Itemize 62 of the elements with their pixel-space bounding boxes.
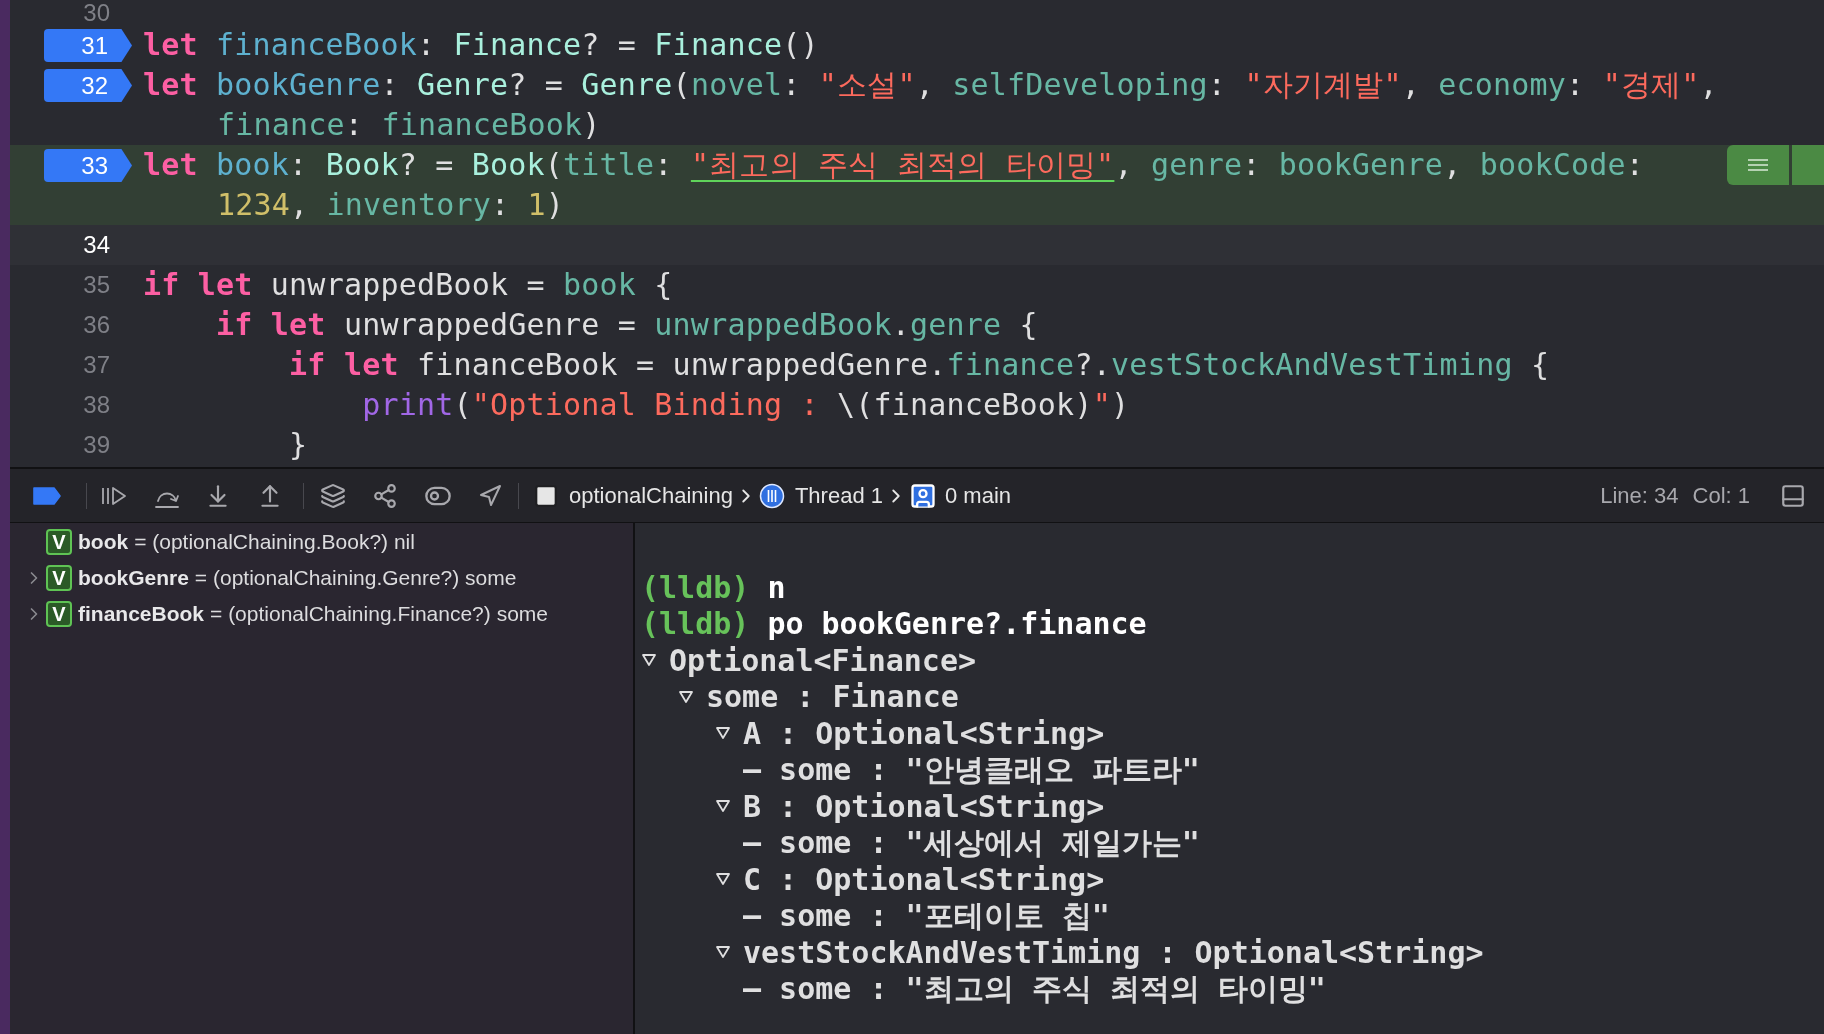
breakpoint-marker[interactable]: 32 [44, 69, 132, 102]
console-output-line: Optional<Finance> [669, 641, 977, 680]
disclosure-triangle-icon[interactable] [678, 689, 694, 704]
code-line: finance: financeBook) [217, 106, 601, 144]
disclosure-triangle-icon[interactable] [641, 653, 657, 668]
breadcrumb-item[interactable]: optionalChaining [569, 479, 733, 512]
code-line: let bookGenre: Genre? = Genre(novel: "소설", selfDeveloping: "자기계발", economy: "경제", [143, 66, 1718, 104]
breakpoint-marker[interactable]: 31 [44, 29, 132, 62]
code-line: let financeBook: Finance? = Finance() [143, 26, 819, 64]
console-output-line: B : Optional<String> [743, 787, 1105, 826]
breadcrumb-item[interactable]: Thread 1 [794, 479, 883, 512]
panel-toggle-icon[interactable] [1780, 482, 1806, 509]
console-prompt: (lldb) [641, 568, 750, 607]
menu-icon[interactable] [1727, 145, 1789, 185]
breakpoint-marker[interactable]: 33 [44, 149, 132, 182]
line-number: 37 [83, 350, 110, 380]
breadcrumb-item[interactable]: 0 main [944, 479, 1011, 512]
line-number: 35 [83, 270, 110, 300]
line-number: 36 [83, 310, 110, 340]
console-output-line: vestStockAndVestTiming : Optional<String> [743, 933, 1484, 972]
console-output-line: – some : "세상에서 제일가는" [743, 824, 1200, 863]
console-command: po bookGenre?.finance [767, 605, 1147, 644]
line-number: 39 [83, 430, 110, 460]
code-line: if let unwrappedBook = book { [143, 266, 673, 304]
column-indicator: Col: 1 [1692, 482, 1750, 510]
variable-badge: V [46, 565, 72, 591]
line-indicator: Line: 34 [1600, 482, 1679, 510]
line-number: 38 [83, 390, 110, 420]
view-hierarchy-icon[interactable] [320, 482, 346, 509]
location-icon[interactable] [478, 483, 502, 508]
code-line: } [288, 426, 308, 464]
console-output-line: – some : "안녕클래오 파트라" [743, 751, 1200, 790]
person-icon [908, 481, 937, 510]
line-number: 30 [83, 2, 110, 24]
console-output-line: A : Optional<String> [743, 714, 1105, 753]
variable-description: = (optionalChaining.Book?) nil [134, 529, 415, 556]
memory-graph-icon[interactable] [372, 482, 398, 509]
console-prompt: (lldb) [641, 605, 750, 644]
console-output-line: C : Optional<String> [743, 860, 1105, 899]
line-number: 34 [83, 230, 110, 260]
disclosure-triangle-icon[interactable] [715, 799, 731, 814]
variable-name: financeBook [78, 601, 205, 628]
code-line: 1234, inventory: 1) [217, 186, 564, 224]
code-line: if let financeBook = unwrappedGenre.finance?.vestStockAndVestTiming { [288, 346, 1550, 384]
disclosure-triangle-icon[interactable] [715, 726, 731, 741]
console-command: n [767, 568, 786, 607]
breakpoints-toggle[interactable] [32, 486, 62, 505]
disclosure-triangle-icon[interactable] [715, 945, 731, 960]
variable-description: = (optionalChaining.Genre?) some [194, 565, 517, 592]
console-output-line: – some : "최고의 주식 최적의 타이밍" [743, 970, 1326, 1009]
code-line: if let unwrappedGenre = unwrappedBook.genre { [215, 306, 1038, 344]
variable-badge: V [46, 601, 72, 627]
variable-name: bookGenre [78, 565, 189, 592]
variable-badge: V [46, 529, 72, 555]
thread-icon [758, 482, 785, 509]
code-line: let book: Book? = Book(title: "최고의 주식 최적의 타이밍", genre: bookGenre, bookCode: [143, 146, 1644, 184]
console-output-line: – some : "포테이토 칩" [743, 897, 1110, 936]
variable-name: book [78, 529, 129, 556]
variable-description: = (optionalChaining.Finance?) some [210, 601, 548, 628]
code-line: print("Optional Binding : \(financeBook)") [361, 386, 1130, 424]
console-output-line: some : Finance [706, 678, 959, 717]
disclosure-triangle-icon[interactable] [715, 872, 731, 887]
